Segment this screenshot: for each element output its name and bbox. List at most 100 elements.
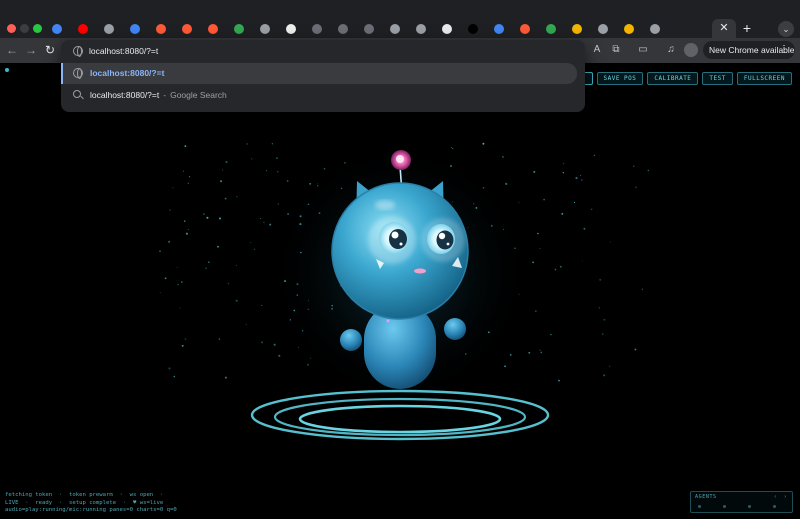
maximize-window-button[interactable] — [33, 24, 42, 33]
browser-tab[interactable] — [408, 20, 434, 38]
particle — [603, 374, 606, 377]
agents-panel: AGENTS ‹ › — [690, 491, 793, 513]
side-panel-icon[interactable]: ▭ — [636, 43, 650, 57]
particle — [580, 179, 583, 181]
particle — [251, 158, 253, 160]
forward-button[interactable]: → — [23, 42, 39, 58]
particle — [227, 282, 230, 285]
particle — [187, 228, 189, 231]
omnibox-suggestion[interactable]: localhost:8080/?=t - Google Search — [61, 85, 577, 105]
media-icon[interactable]: ♫ — [664, 43, 678, 57]
browser-tab[interactable] — [70, 20, 96, 38]
particle — [202, 213, 205, 216]
particle — [187, 182, 189, 184]
particle — [224, 197, 227, 200]
particle — [278, 354, 281, 357]
omnibox-suggestion[interactable]: localhost:8080/?=t — [61, 63, 577, 84]
browser-tab[interactable] — [304, 20, 330, 38]
tab-search-button[interactable]: ⌄ — [778, 21, 794, 37]
menu-dots-icon[interactable]: ⋮ — [779, 41, 789, 59]
particle — [550, 333, 552, 336]
new-tab-button[interactable]: + — [740, 20, 754, 36]
particle — [581, 260, 583, 262]
particle — [593, 154, 596, 157]
robot-left-hand — [340, 329, 362, 351]
browser-tab[interactable] — [148, 20, 174, 38]
robot-mouth — [414, 268, 426, 274]
particle — [539, 247, 541, 249]
browser-tab[interactable] — [356, 20, 382, 38]
browser-tab[interactable] — [252, 20, 278, 38]
particle — [176, 267, 178, 269]
log-line: LIVE · ready · setup complete · ♥ ws=liv… — [5, 499, 164, 506]
chevron-down-icon: ⌄ — [782, 24, 790, 34]
omnibox-row[interactable] — [61, 40, 585, 62]
browser-tab[interactable] — [486, 20, 512, 38]
browser-tab[interactable] — [278, 20, 304, 38]
particle — [218, 338, 221, 340]
close-tab-icon[interactable]: ✕ — [719, 22, 728, 34]
particle — [609, 365, 611, 367]
particle — [182, 170, 185, 172]
browser-tab[interactable] — [200, 20, 226, 38]
particle — [528, 351, 531, 354]
particle — [259, 218, 261, 220]
particle — [253, 248, 256, 251]
particle — [188, 176, 191, 178]
browser-tab[interactable] — [382, 20, 408, 38]
tab-favicon-icon — [78, 24, 88, 34]
browser-tab[interactable] — [590, 20, 616, 38]
suggestion-url: localhost:8080/?=t — [90, 68, 165, 78]
translate-icon[interactable]: A — [590, 43, 604, 57]
browser-tab[interactable] — [174, 20, 200, 38]
reload-icon: ↻ — [44, 43, 56, 57]
browser-tab[interactable] — [538, 20, 564, 38]
particle — [532, 261, 534, 264]
arrow-left-icon: ← — [6, 43, 18, 57]
particle — [450, 146, 453, 148]
status-log: fetching token · token prewarm · ws open… — [5, 492, 177, 514]
active-tab[interactable]: ✕ — [712, 19, 736, 38]
browser-tab[interactable] — [616, 20, 642, 38]
browser-tab[interactable] — [226, 20, 252, 38]
particle — [224, 376, 227, 379]
browser-tab[interactable] — [512, 20, 538, 38]
browser-tab[interactable] — [330, 20, 356, 38]
particle — [563, 162, 565, 164]
particle — [633, 165, 635, 167]
tab-favicon-icon — [494, 24, 504, 34]
particle — [501, 155, 504, 158]
browser-tab[interactable] — [460, 20, 486, 38]
profile-avatar[interactable] — [684, 43, 698, 57]
back-button[interactable]: ← — [4, 42, 20, 58]
agent-dot — [748, 505, 751, 508]
address-input[interactable] — [89, 44, 389, 58]
tab-favicon-icon — [312, 24, 322, 34]
suggestion-separator: - — [163, 90, 167, 100]
browser-tab[interactable] — [434, 20, 460, 38]
app-canvas[interactable]: BGSAVE POSCALIBRATETESTFULLSCREEN — [0, 63, 800, 519]
browser-tab[interactable] — [564, 20, 590, 38]
particle — [236, 195, 238, 198]
particle — [245, 324, 247, 326]
browser-tab[interactable] — [44, 20, 70, 38]
particle — [271, 143, 273, 145]
reload-button[interactable]: ↻ — [42, 42, 58, 58]
tab-favicon-icon — [598, 24, 608, 34]
particle — [573, 201, 576, 204]
particle — [554, 268, 557, 271]
particle — [598, 306, 601, 309]
browser-tab[interactable] — [642, 20, 668, 38]
particle — [641, 288, 643, 290]
particle — [537, 232, 539, 235]
browser-tab[interactable] — [96, 20, 122, 38]
browser-tab[interactable] — [122, 20, 148, 38]
agents-collapse-icon[interactable]: ‹ — [774, 494, 776, 500]
extensions-icon[interactable]: ⧉ — [609, 43, 623, 57]
particle — [558, 379, 560, 382]
update-chrome-button[interactable]: New Chrome available ⋮ — [703, 41, 795, 59]
close-window-button[interactable] — [7, 24, 16, 33]
particle — [168, 241, 170, 243]
minimize-window-button[interactable] — [20, 24, 29, 33]
agents-close-icon[interactable]: › — [784, 494, 786, 500]
